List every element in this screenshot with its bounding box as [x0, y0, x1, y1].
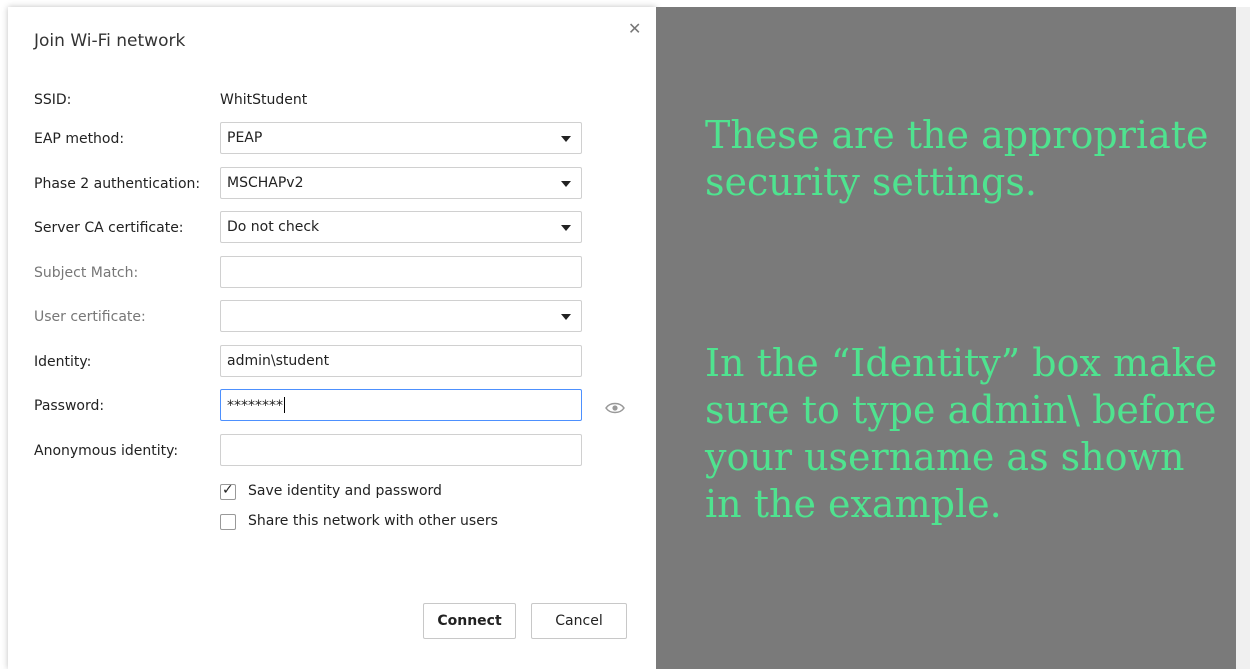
user-certificate-select[interactable] [220, 300, 582, 332]
join-wifi-dialog: Join Wi-Fi network ✕ SSID: WhitStudent E… [8, 7, 656, 669]
phase2-value: MSCHAPv2 [227, 175, 304, 191]
user-certificate-label: User certificate: [34, 309, 146, 325]
save-identity-label: Save identity and password [248, 483, 442, 499]
password-value: ******** [227, 398, 283, 414]
scrollbar[interactable] [1236, 7, 1250, 669]
chevron-down-icon [561, 181, 571, 187]
subject-match-input[interactable] [220, 256, 582, 288]
password-value-wrap: ******** [227, 397, 285, 414]
identity-value: admin\student [227, 353, 330, 369]
chevron-down-icon [561, 314, 571, 320]
phase2-select[interactable]: MSCHAPv2 [220, 167, 582, 199]
cancel-button[interactable]: Cancel [531, 603, 627, 639]
server-ca-select[interactable]: Do not check [220, 211, 582, 243]
share-network-checkbox[interactable] [220, 514, 236, 530]
annotation-note-identity: In the “Identity” box make sure to type … [705, 341, 1218, 526]
password-label: Password: [34, 398, 105, 414]
identity-input[interactable]: admin\student [220, 345, 582, 377]
ssid-label: SSID: [34, 92, 72, 108]
share-network-label: Share this network with other users [248, 513, 498, 529]
phase2-label: Phase 2 authentication: [34, 176, 201, 192]
eap-method-select[interactable]: PEAP [220, 122, 582, 154]
password-input[interactable]: ******** [220, 389, 582, 421]
eap-method-value: PEAP [227, 130, 263, 146]
annotation-note-security: These are the appropriate security setti… [705, 113, 1209, 204]
server-ca-label: Server CA certificate: [34, 220, 184, 236]
ssid-value: WhitStudent [220, 92, 308, 108]
connect-button[interactable]: Connect [423, 603, 516, 639]
anonymous-identity-label: Anonymous identity: [34, 443, 179, 459]
text-caret [284, 397, 285, 413]
identity-label: Identity: [34, 354, 92, 370]
dialog-title: Join Wi-Fi network [34, 31, 186, 51]
close-icon[interactable]: ✕ [628, 21, 641, 37]
save-identity-checkbox[interactable]: ✓ [220, 482, 236, 500]
server-ca-value: Do not check [227, 219, 320, 235]
annotation-panel [656, 7, 1236, 669]
eye-icon[interactable] [605, 401, 625, 415]
chevron-down-icon [561, 225, 571, 231]
subject-match-label: Subject Match: [34, 265, 139, 281]
anonymous-identity-input[interactable] [220, 434, 582, 466]
chevron-down-icon [561, 136, 571, 142]
checkmark-icon: ✓ [222, 482, 234, 498]
eap-method-label: EAP method: [34, 131, 125, 147]
